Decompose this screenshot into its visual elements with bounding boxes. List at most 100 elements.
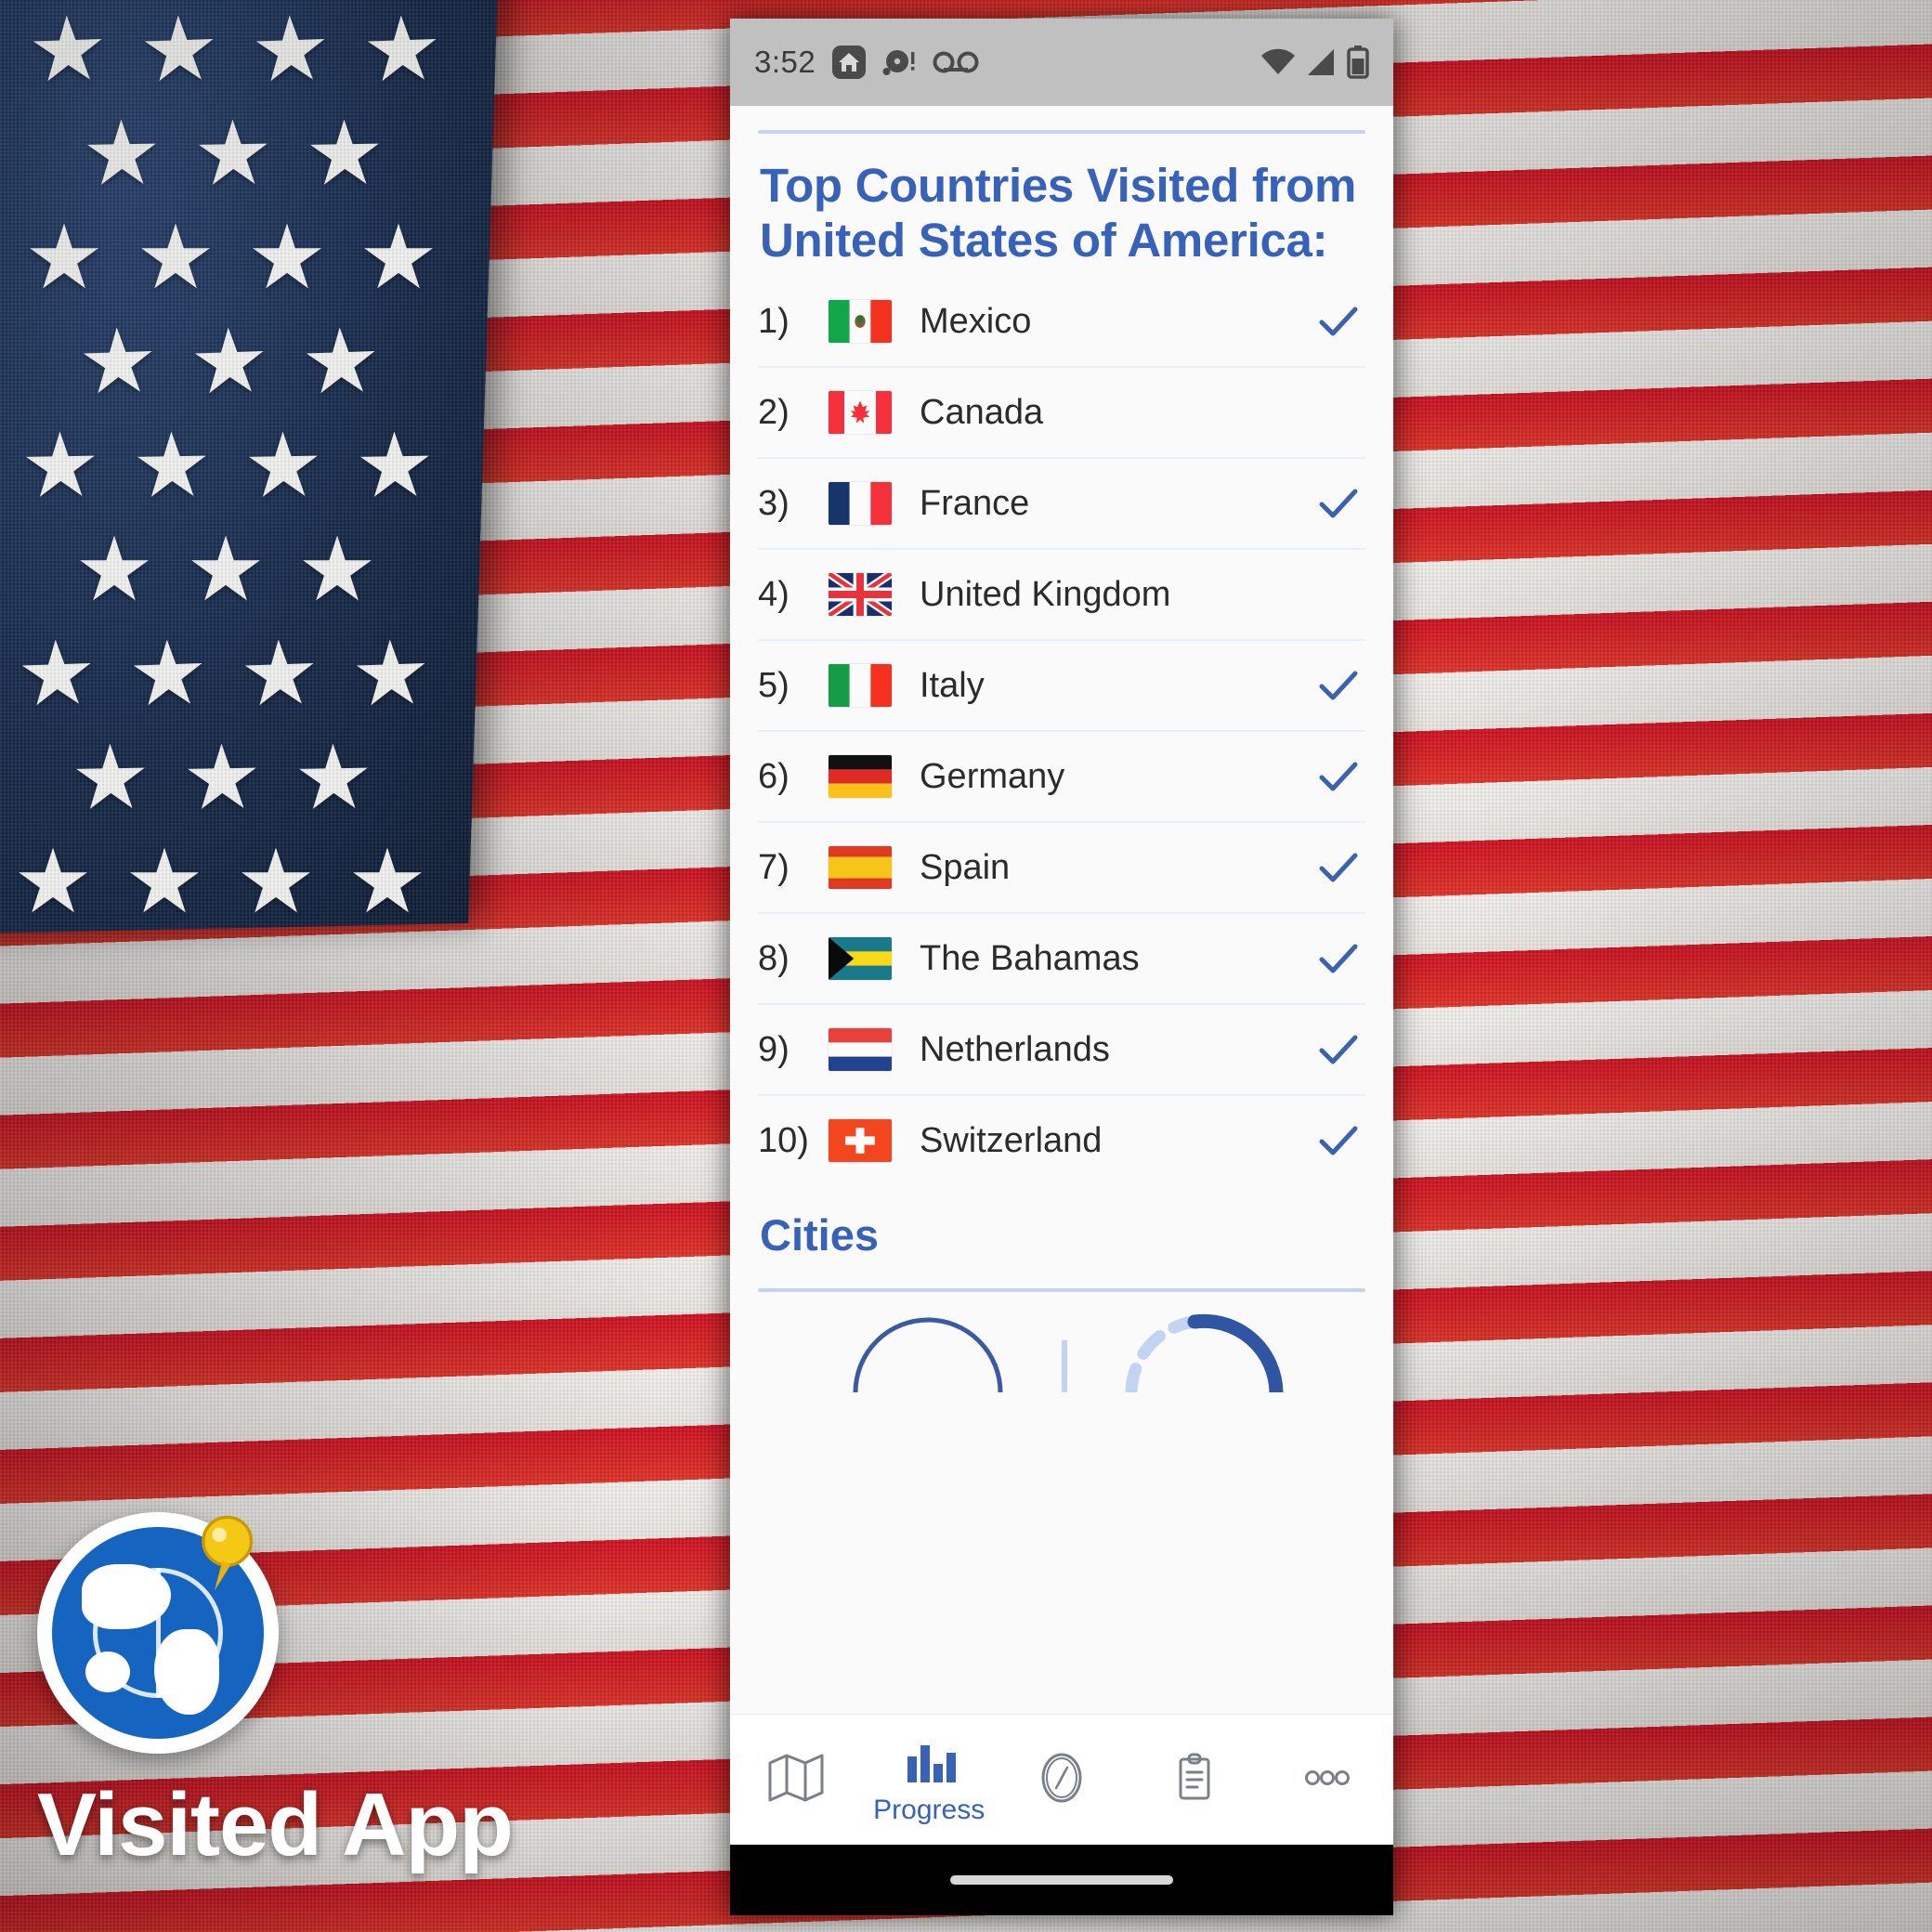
flag-star: ★ [15,622,98,725]
netherlands-flag-icon [829,1028,892,1072]
cities-heading: Cities [760,1210,879,1260]
country-name: Switzerland [920,1120,1103,1160]
progress-content[interactable]: Top Countries Visited from United States… [730,106,1393,1714]
country-row[interactable]: 5) Italy [758,641,1365,733]
italy-flag-icon [829,664,892,708]
country-name: Spain [920,847,1011,887]
wifi-icon [1260,47,1297,77]
map-icon [767,1752,825,1808]
flag-star: ★ [236,832,317,932]
country-row[interactable]: 10) Switzerland [758,1096,1365,1185]
clipboard-icon [1166,1752,1223,1808]
flag-star: ★ [360,0,444,101]
country-row[interactable]: 7) Spain [758,823,1365,915]
country-row[interactable]: 3) France [758,459,1365,551]
country-row[interactable]: 4) United Kingdom [758,550,1365,642]
spain-flag-icon [829,846,892,890]
flag-star: ★ [26,0,110,101]
country-list: 1) Mexico 2) Canada 3) France 4) United Kingdom… [758,277,1365,1185]
country-rank: 5) [758,665,790,705]
more-dots-icon [1299,1752,1356,1808]
country-rank: 9) [758,1029,790,1069]
country-row[interactable]: 9) Netherlands [758,1005,1365,1097]
flag-star: ★ [137,0,221,101]
visited-check-icon[interactable] [1312,300,1365,343]
nav-item-bar-chart[interactable]: Progress [864,1734,994,1826]
country-rank: 4) [758,574,790,614]
flag-star: ★ [24,208,105,307]
canada-flag-icon [829,391,892,435]
flag-star: ★ [349,622,433,725]
country-name: Canada [920,392,1044,432]
home-indicator-bar [730,1845,1393,1915]
home-indicator-pill[interactable] [950,1875,1173,1885]
flag-star: ★ [181,727,263,829]
cities-divider [758,1288,1365,1293]
country-rank: 2) [758,392,790,432]
switzerland-flag-icon [829,1119,892,1163]
compass-icon [1033,1752,1090,1808]
flag-star: ★ [249,0,333,101]
page-title-line1: Top Countries Visited from [760,159,1357,212]
country-row[interactable]: 1) Mexico [758,277,1365,369]
country-rank: 3) [758,483,790,523]
country-row[interactable]: 6) Germany [758,732,1365,824]
country-name: Italy [920,665,985,705]
uk-flag-icon [829,573,892,617]
bahamas-flag-icon [829,937,892,981]
flag-star: ★ [247,208,328,307]
nav-item-clipboard[interactable] [1129,1752,1260,1808]
page-title-line2: United States of America: [760,214,1328,268]
flag-star: ★ [304,103,385,204]
visited-check-icon[interactable] [1312,1028,1365,1071]
country-row[interactable]: 2) Canada [758,368,1365,460]
cellular-signal-icon [1306,47,1338,77]
phone-screen: 3:52 Top Countries Visited from United S… [730,19,1393,1915]
flag-star: ★ [81,103,163,204]
flag-star: ★ [131,415,213,516]
cities-progress-rings [758,1309,1365,1393]
flag-star: ★ [20,415,101,516]
flag-star: ★ [293,727,374,829]
visited-check-icon[interactable] [1312,846,1365,889]
flag-star: ★ [359,208,439,307]
country-row[interactable]: 8) The Bahamas [758,914,1365,1006]
nav-item-compass[interactable] [997,1752,1127,1808]
bottom-navigation[interactable]: Progress [730,1714,1393,1845]
brand-wordmark: Visited App [37,1775,514,1874]
country-name: France [920,483,1030,523]
france-flag-icon [829,482,892,526]
home-icon [830,44,868,81]
flag-star: ★ [13,832,94,932]
visited-check-icon[interactable] [1312,1119,1365,1162]
country-name: The Bahamas [920,938,1140,978]
visited-check-icon[interactable] [1312,482,1365,525]
country-rank: 7) [758,847,790,887]
notification-dot-icon [882,46,918,78]
country-name: Mexico [920,301,1032,341]
flag-star: ★ [299,310,383,413]
flag-star: ★ [186,520,267,620]
flag-star: ★ [347,832,428,932]
country-rank: 6) [758,756,790,796]
page-title: Top Countries Visited from United States… [760,158,1365,268]
nav-item-map[interactable] [731,1752,861,1808]
country-name: Netherlands [920,1029,1110,1069]
globe-logo-icon [37,1512,279,1754]
visited-check-icon[interactable] [1312,755,1365,798]
country-rank: 8) [758,938,790,978]
visited-check-icon[interactable] [1312,937,1365,980]
voicemail-icon [933,50,981,74]
country-rank: 1) [758,301,790,341]
nav-item-more-dots[interactable] [1262,1752,1392,1808]
visited-check-icon[interactable] [1312,664,1365,707]
flag-star: ★ [188,310,271,413]
status-bar-left: 3:52 [754,44,981,81]
country-rank: 10) [758,1120,809,1160]
flag-star: ★ [297,520,378,620]
flag-star: ★ [242,415,324,516]
country-name: Germany [920,756,1065,796]
status-clock: 3:52 [754,45,816,79]
flag-star: ★ [126,622,210,725]
top-divider [758,130,1365,134]
